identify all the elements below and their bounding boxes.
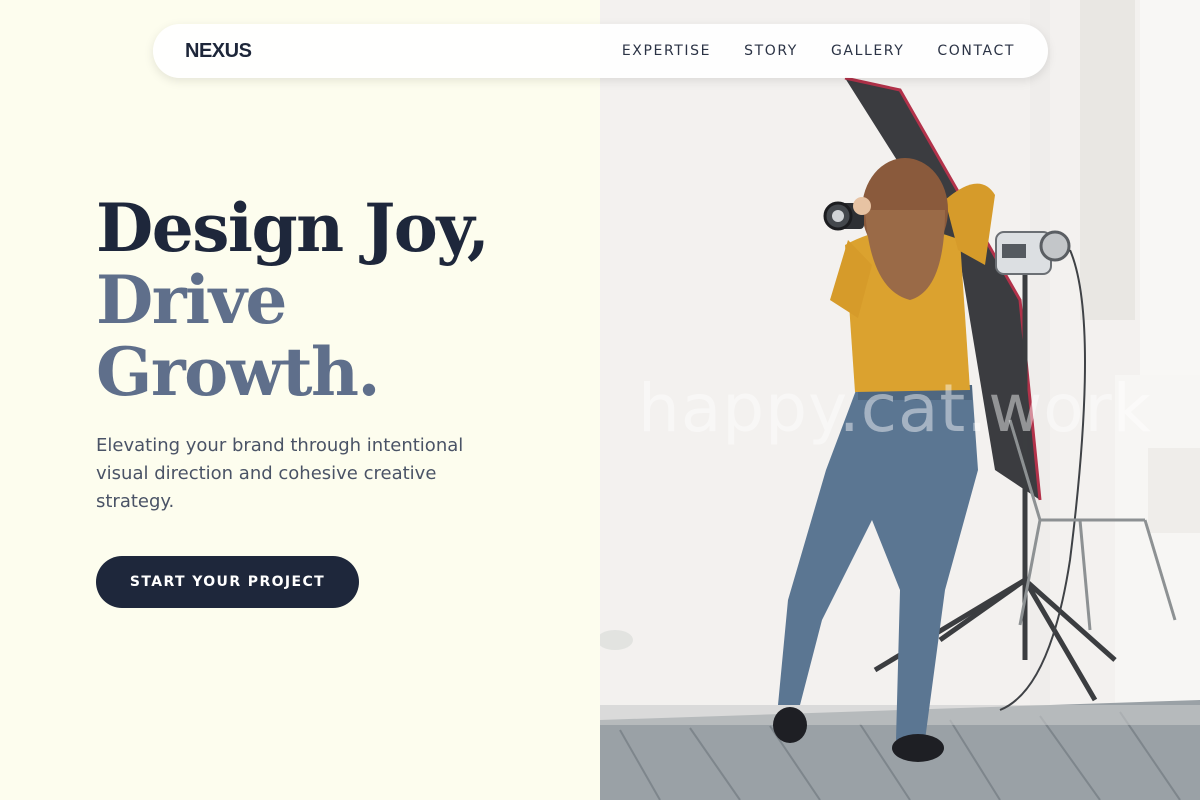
brand-logo[interactable]: NEXUS	[185, 40, 252, 63]
hero-photo: happy.cat.work	[600, 0, 1200, 800]
start-project-button[interactable]: START YOUR PROJECT	[96, 556, 359, 608]
hero-title-line-2: Drive	[96, 261, 287, 339]
hero-subtitle: Elevating your brand through intentional…	[96, 435, 464, 512]
hero-title: Design Joy, Drive Growth.	[96, 189, 490, 411]
nav-link-story[interactable]: STORY	[744, 43, 798, 59]
hero-title-line-3: Growth.	[96, 333, 380, 411]
nav-link-gallery[interactable]: GALLERY	[831, 43, 904, 59]
photo-watermark: happy.cat.work	[638, 370, 1152, 447]
top-navbar: NEXUS EXPERTISE STORY GALLERY CONTACT	[153, 24, 1048, 78]
nav-link-contact[interactable]: CONTACT	[937, 43, 1015, 59]
nav-links: EXPERTISE STORY GALLERY CONTACT	[622, 43, 1015, 59]
hero-title-line-1: Design Joy,	[96, 189, 490, 267]
nav-link-expertise[interactable]: EXPERTISE	[622, 43, 711, 59]
